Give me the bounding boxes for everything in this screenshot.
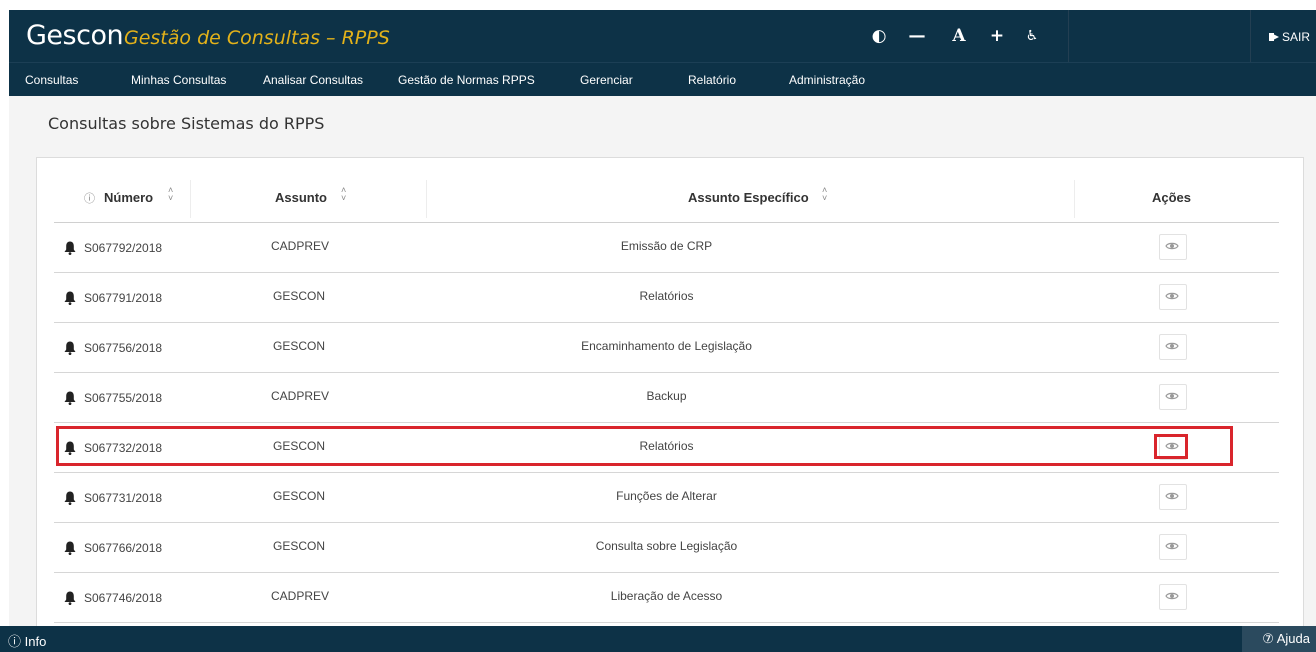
logout-button[interactable]: SAIR: [1268, 30, 1310, 44]
table-row: S067756/2018 GESCON Encaminhamento de Le…: [54, 323, 1279, 373]
logout-icon: [1268, 33, 1279, 41]
view-button[interactable]: [1159, 484, 1187, 510]
menu-item-consultas[interactable]: Consultas: [25, 73, 78, 87]
menu-item-administracao[interactable]: Administração: [789, 73, 865, 87]
sort-icon[interactable]: ˄ ˅: [341, 186, 346, 203]
decrease-font-icon[interactable]: —: [905, 24, 929, 48]
menu-item-gerenciar[interactable]: Gerenciar: [580, 73, 633, 87]
logout-label: SAIR: [1281, 30, 1310, 44]
main-menu: Consultas Minhas Consultas Analisar Cons…: [9, 62, 1316, 97]
accessibility-icon[interactable]: ♿: [1020, 24, 1044, 48]
cell-assunto-especifico: Backup: [646, 389, 687, 403]
eye-icon: [1165, 592, 1179, 600]
contrast-icon[interactable]: ◐: [867, 24, 891, 48]
column-divider: [1074, 180, 1075, 218]
column-header-assunto-especifico[interactable]: Assunto Específico: [688, 190, 809, 205]
increase-font-icon[interactable]: +: [985, 24, 1009, 48]
eye-icon: [1165, 342, 1179, 350]
footer-bar: ⓘ Info ⑦ Ajuda: [0, 626, 1316, 652]
cell-assunto-especifico: Relatórios: [639, 289, 694, 303]
column-divider: [190, 180, 191, 218]
cell-assunto-especifico: Encaminhamento de Legislação: [581, 339, 752, 353]
table-row: S067755/2018 CADPREV Backup: [54, 373, 1279, 423]
view-button[interactable]: [1159, 284, 1187, 310]
header-divider: [1068, 10, 1069, 62]
page-title: Consultas sobre Sistemas do RPPS: [48, 114, 325, 133]
menu-item-analisar-consultas[interactable]: Analisar Consultas: [263, 73, 363, 87]
view-button[interactable]: [1159, 384, 1187, 410]
view-button[interactable]: [1159, 234, 1187, 260]
column-header-acoes: Ações: [1152, 190, 1192, 205]
view-button[interactable]: [1159, 334, 1187, 360]
eye-icon: [1165, 542, 1179, 550]
cell-assunto-especifico: Consulta sobre Legislação: [595, 539, 738, 553]
cell-assunto-especifico: Liberação de Acesso: [610, 589, 723, 603]
eye-icon: [1165, 392, 1179, 400]
table-row: S067791/2018 GESCON Relatórios: [54, 273, 1279, 323]
header-divider: [1250, 10, 1251, 62]
menu-item-relatorio[interactable]: Relatório: [688, 73, 736, 87]
app-subtitle: Gestão de Consultas – RPPS: [124, 27, 390, 49]
info-icon[interactable]: ⓘ: [84, 190, 95, 206]
menu-item-gestao-normas[interactable]: Gestão de Normas RPPS: [398, 73, 535, 87]
table-row: S067766/2018 GESCON Consulta sobre Legis…: [54, 523, 1279, 573]
row-highlight-box: [56, 426, 1233, 466]
view-button[interactable]: [1159, 584, 1187, 610]
view-button-highlight-box: [1154, 434, 1188, 459]
cell-assunto-especifico: Emissão de CRP: [620, 239, 713, 253]
cell-assunto-especifico: Funções de Alterar: [616, 489, 717, 503]
menu-item-minhas-consultas[interactable]: Minhas Consultas: [131, 73, 226, 87]
column-header-assunto[interactable]: Assunto: [275, 190, 327, 205]
table-row: S067792/2018 CADPREV Emissão de CRP: [54, 223, 1279, 273]
help-button[interactable]: ⑦ Ajuda: [1262, 631, 1310, 647]
sort-icon[interactable]: ˄ ˅: [822, 186, 827, 203]
info-button[interactable]: ⓘ Info: [8, 631, 46, 650]
eye-icon: [1165, 492, 1179, 500]
table-header: ⓘ Número ˄ ˅ Assunto ˄ ˅ Assunto Específic…: [54, 176, 1279, 223]
font-size-icon[interactable]: A: [947, 24, 971, 48]
eye-icon: [1165, 292, 1179, 300]
view-button[interactable]: [1159, 534, 1187, 560]
table-row: S067731/2018 GESCON Funções de Alterar: [54, 473, 1279, 523]
column-header-numero[interactable]: Número: [104, 190, 153, 205]
table-row: S067746/2018 CADPREV Liberação de Acesso: [54, 573, 1279, 623]
column-divider: [426, 180, 427, 218]
top-header: Gescon Gestão de Consultas – RPPS ◐ — A …: [9, 10, 1316, 62]
sort-icon[interactable]: ˄ ˅: [168, 186, 173, 203]
eye-icon: [1165, 242, 1179, 250]
app-logo[interactable]: Gescon: [26, 22, 124, 50]
